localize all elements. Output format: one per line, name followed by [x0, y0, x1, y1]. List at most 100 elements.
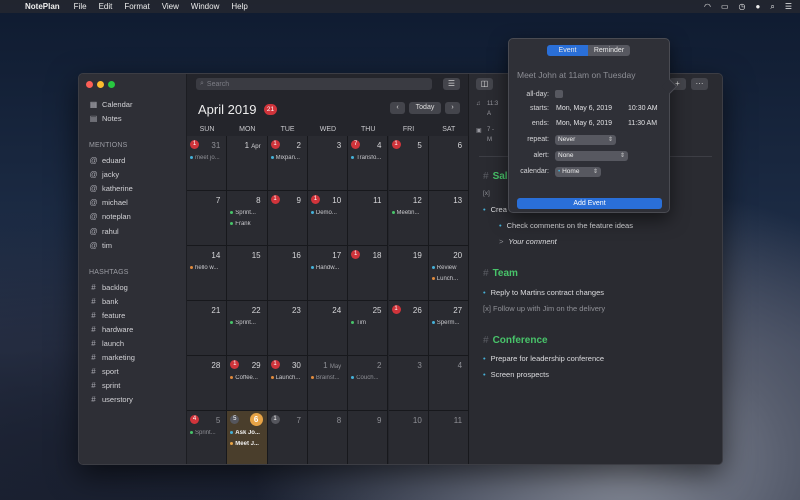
day-cell[interactable]: 10 [388, 411, 429, 464]
calendar-event[interactable]: Couch... [351, 375, 387, 381]
prev-month-button[interactable]: ‹ [390, 102, 405, 114]
day-cell[interactable]: 1 10 Demo... [307, 191, 349, 246]
day-cell[interactable]: 11 [428, 411, 470, 464]
calendar-select[interactable]: • Home ⇕ [555, 167, 601, 177]
sidebar-item-mention[interactable]: @ eduard [89, 154, 125, 166]
repeat-select[interactable]: Never ⇕ [555, 135, 616, 145]
starts-time[interactable]: 10:30 AM [628, 105, 658, 112]
day-cell[interactable]: 19 [267, 191, 308, 246]
calendar-event[interactable]: Review [431, 265, 468, 271]
calendar-event[interactable]: Sprint... [190, 430, 226, 436]
clock-icon[interactable]: ◷ [739, 2, 746, 11]
wifi-icon[interactable]: ◠ [704, 2, 711, 11]
add-event-button[interactable]: Add Event [517, 198, 662, 209]
done-task[interactable]: [x] [483, 190, 490, 197]
sidebar-item-hashtag[interactable]: # backlog [89, 281, 128, 293]
day-cell[interactable]: 23 [267, 301, 308, 356]
day-cell[interactable]: 5 6 Ask Jo... Meet J... [227, 411, 268, 464]
sidebar-item-mention[interactable]: @ rahul [89, 225, 118, 237]
day-cell[interactable]: 1 May Brainst... [307, 356, 349, 411]
close-window-button[interactable] [86, 81, 93, 88]
day-cell[interactable]: 1 Apr [227, 136, 268, 191]
day-cell[interactable]: 17 [267, 411, 308, 464]
day-cell[interactable]: 1 30 Launch... [267, 356, 308, 411]
day-cell[interactable]: 24 [307, 301, 349, 356]
sidebar-item-hashtag[interactable]: # bank [89, 295, 118, 307]
sidebar-item-hashtag[interactable]: # feature [89, 309, 125, 321]
minimize-window-button[interactable] [97, 81, 104, 88]
battery-icon[interactable]: ▭ [721, 2, 729, 11]
app-menu[interactable]: NotePlan [25, 2, 60, 11]
zoom-window-button[interactable] [108, 81, 115, 88]
sidebar-item-mention[interactable]: @ katherine [89, 182, 132, 194]
menu-edit[interactable]: Edit [99, 2, 113, 11]
day-cell[interactable]: 3 [307, 136, 349, 191]
event-title-input[interactable]: Meet John at 11am on Tuesday [517, 70, 635, 80]
note-line[interactable]: • Crea [483, 205, 507, 214]
day-cell[interactable]: 7 [187, 191, 228, 246]
section-heading-team[interactable]: # Team [483, 268, 518, 279]
calendar-event[interactable]: meet jo... [190, 155, 226, 161]
calendar-event[interactable]: Meet J... [230, 441, 266, 447]
today-button[interactable]: Today [409, 102, 441, 114]
calendar-event[interactable]: Sprint... [230, 210, 266, 216]
day-cell[interactable]: 1 29 Coffee... [227, 356, 268, 411]
day-cell[interactable]: 6 [428, 136, 470, 191]
day-cell[interactable]: 12 Meetin... [388, 191, 429, 246]
calendar-event[interactable]: Sperm... [431, 320, 468, 326]
note-line[interactable]: • Prepare for leadership conference [483, 354, 604, 363]
section-heading-conference[interactable]: # Conference [483, 335, 548, 346]
ends-date[interactable]: Mon, May 6, 2019 [556, 120, 612, 127]
menu-view[interactable]: View [162, 2, 179, 11]
alert-select[interactable]: None ⇕ [555, 151, 628, 161]
user-icon[interactable]: ● [756, 2, 761, 11]
day-cell[interactable]: 22 Sprint... [227, 301, 268, 356]
calendar-event[interactable]: Coffee... [230, 375, 266, 381]
calendar-event[interactable]: Frank [230, 221, 266, 227]
calendar-event[interactable]: Ask Jo... [230, 430, 266, 436]
calendar-event[interactable]: hello w... [190, 265, 226, 271]
calendar-event[interactable]: Demo... [310, 210, 347, 216]
tab-reminder[interactable]: Reminder [588, 45, 630, 56]
note-line[interactable]: • Reply to Martins contract changes [483, 288, 604, 297]
sidebar-item-hashtag[interactable]: # sport [89, 366, 118, 378]
control-center-icon[interactable]: ☰ [785, 2, 792, 11]
ends-time[interactable]: 11:30 AM [628, 120, 657, 127]
calendar-event[interactable]: Tim [351, 320, 387, 326]
note-line[interactable]: • Check comments on the feature ideas [499, 221, 633, 230]
day-cell[interactable]: 28 [187, 356, 228, 411]
day-cell[interactable]: 3 [388, 356, 429, 411]
sidebar-item-mention[interactable]: @ noteplan [89, 211, 130, 223]
day-cell[interactable]: 1 18 [348, 246, 389, 301]
day-cell[interactable]: 19 [388, 246, 429, 301]
day-cell[interactable]: 9 [348, 411, 389, 464]
day-cell[interactable]: 7 4 Transfo... [348, 136, 389, 191]
calendar-event[interactable]: Sprint... [230, 320, 266, 326]
sidebar-item-notes[interactable]: ▤ Notes [89, 112, 122, 124]
menu-file[interactable]: File [74, 2, 87, 11]
calendar-event[interactable]: Brainst... [310, 375, 347, 381]
day-cell[interactable]: 14 hello w... [187, 246, 228, 301]
day-cell[interactable]: 17 Handw... [307, 246, 349, 301]
sidebar-item-mention[interactable]: @ jacky [89, 168, 119, 180]
calendar-event[interactable]: Handw... [310, 265, 347, 271]
spotlight-icon[interactable]: ⌕ [770, 2, 774, 12]
sidebar-item-calendar[interactable]: ▦ Calendar [89, 98, 133, 110]
search-input[interactable]: ⌕ Search [196, 78, 432, 90]
day-cell[interactable]: 8 Sprint... Frank [227, 191, 268, 246]
day-cell[interactable]: 1 31 meet jo... [187, 136, 228, 191]
sidebar-item-hashtag[interactable]: # hardware [89, 323, 133, 335]
day-cell[interactable]: 11 [348, 191, 389, 246]
calendar-event[interactable]: Launch... [270, 375, 307, 381]
sidebar-item-mention[interactable]: @ tim [89, 239, 112, 251]
day-cell[interactable]: 1 2 Mixpan... [267, 136, 308, 191]
day-cell[interactable]: 15 [227, 246, 268, 301]
next-month-button[interactable]: › [445, 102, 460, 114]
day-cell[interactable]: 21 [187, 301, 228, 356]
more-button[interactable]: ··· [691, 78, 708, 90]
day-cell[interactable]: 27 Sperm... [428, 301, 470, 356]
sidebar-item-hashtag[interactable]: # sprint [89, 380, 120, 392]
day-cell[interactable]: 25 Tim [348, 301, 389, 356]
calendar-event[interactable]: Meetin... [391, 210, 428, 216]
day-cell[interactable]: 8 [307, 411, 349, 464]
